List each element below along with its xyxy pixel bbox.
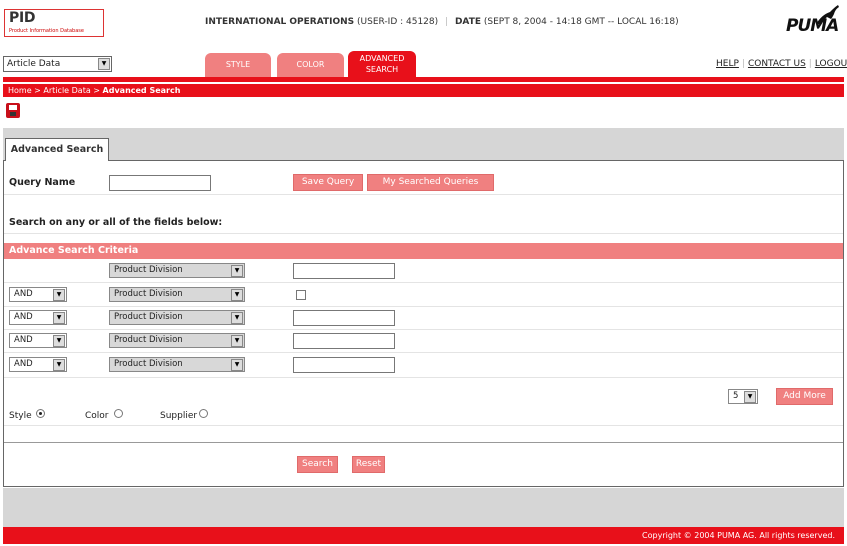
- search-button[interactable]: Search: [297, 456, 338, 473]
- chevron-down-icon: ▼: [231, 359, 243, 371]
- criteria-value-input[interactable]: [293, 310, 395, 326]
- field-select[interactable]: Product Division ▼: [109, 357, 245, 372]
- instructions-text: Search on any or all of the fields below…: [9, 217, 223, 228]
- radio-label-color: Color: [85, 411, 109, 421]
- chevron-down-icon: ▼: [231, 312, 243, 324]
- operator-select[interactable]: AND ▼: [9, 357, 67, 372]
- save-query-button[interactable]: Save Query: [293, 174, 363, 191]
- criteria-header: Advance Search Criteria: [4, 243, 843, 259]
- chevron-down-icon: ▼: [53, 289, 65, 301]
- module-select-value: Article Data: [7, 59, 61, 69]
- breadcrumb-home[interactable]: Home: [8, 86, 32, 95]
- footer: Copyright © 2004 PUMA AG. All rights res…: [3, 527, 844, 544]
- query-name-label: Query Name: [9, 177, 76, 188]
- date-label: DATE: [454, 17, 481, 27]
- top-links: HELP|CONTACT US|LOGOUT: [716, 59, 847, 69]
- operator-select[interactable]: AND ▼: [9, 310, 67, 325]
- radio-style[interactable]: [36, 409, 45, 418]
- tab-advanced-search[interactable]: ADVANCED SEARCH: [348, 51, 416, 77]
- radio-supplier[interactable]: [199, 409, 208, 418]
- field-select[interactable]: Product Division ▼: [109, 287, 245, 302]
- advanced-search-panel: Query Name Save Query My Searched Querie…: [3, 160, 844, 487]
- org-name: INTERNATIONAL OPERATIONS: [205, 17, 355, 27]
- criteria-value-input[interactable]: [293, 357, 395, 373]
- add-more-button[interactable]: Add More: [776, 388, 833, 405]
- logo-subtitle: Product Information Database: [9, 28, 84, 34]
- chevron-down-icon: ▼: [53, 312, 65, 324]
- nav-divider: [3, 77, 844, 82]
- chevron-down-icon: ▼: [53, 335, 65, 347]
- user-id: (USER-ID : 45128): [357, 17, 439, 27]
- radio-label-supplier: Supplier: [160, 411, 198, 421]
- breadcrumb: Home > Article Data > Advanced Search: [3, 84, 844, 97]
- chevron-down-icon: ▼: [231, 289, 243, 301]
- logo-title: PID: [9, 10, 36, 26]
- pid-logo: PID Product Information Database: [4, 9, 104, 37]
- add-count-select[interactable]: 5 ▼: [728, 389, 758, 404]
- my-searched-queries-button[interactable]: My Searched Queries: [367, 174, 494, 191]
- radio-color[interactable]: [114, 409, 123, 418]
- breadcrumb-current: Advanced Search: [102, 86, 181, 95]
- criteria-value-input[interactable]: [293, 263, 395, 279]
- operator-select[interactable]: AND ▼: [9, 287, 67, 302]
- radio-label-style: Style: [9, 411, 32, 421]
- logout-link[interactable]: LOGOUT: [815, 59, 847, 69]
- panel-footer-bg: [3, 488, 844, 527]
- module-select[interactable]: Article Data ▼: [3, 56, 112, 72]
- chevron-down-icon: ▼: [98, 58, 110, 70]
- session-info: INTERNATIONAL OPERATIONS (USER-ID : 4512…: [205, 17, 679, 27]
- brand-logo: PUMA: [786, 4, 840, 38]
- chevron-down-icon: ▼: [231, 335, 243, 347]
- contact-us-link[interactable]: CONTACT US: [748, 59, 806, 69]
- chevron-down-icon: ▼: [744, 391, 756, 403]
- operator-select[interactable]: AND ▼: [9, 333, 67, 348]
- criteria-checkbox[interactable]: [296, 290, 306, 300]
- tab-style[interactable]: STYLE: [205, 53, 271, 77]
- date-value: (SEPT 8, 2004 - 14:18 GMT -- LOCAL 16:18…: [483, 17, 679, 27]
- help-link[interactable]: HELP: [716, 59, 739, 69]
- brand-word: PUMA: [786, 16, 839, 36]
- criteria-value-input[interactable]: [293, 333, 395, 349]
- query-name-input[interactable]: [109, 175, 211, 191]
- field-select[interactable]: Product Division ▼: [109, 310, 245, 325]
- tab-advanced-search-panel[interactable]: Advanced Search: [5, 138, 109, 161]
- chevron-down-icon: ▼: [231, 265, 243, 277]
- panel-header-bg: [3, 128, 844, 160]
- save-icon[interactable]: [6, 103, 20, 118]
- field-select[interactable]: Product Division ▼: [109, 263, 245, 278]
- reset-button[interactable]: Reset: [352, 456, 385, 473]
- tab-color[interactable]: COLOR: [277, 53, 344, 77]
- chevron-down-icon: ▼: [53, 359, 65, 371]
- breadcrumb-article-data[interactable]: Article Data: [43, 86, 90, 95]
- field-select[interactable]: Product Division ▼: [109, 333, 245, 348]
